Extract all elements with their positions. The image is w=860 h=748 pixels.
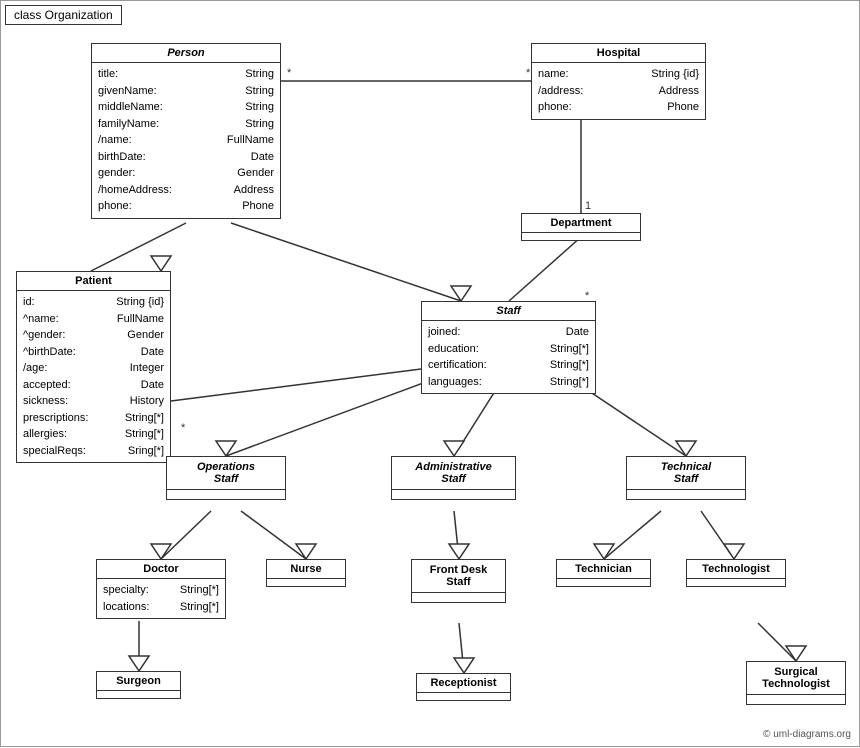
patient-attrs: id:String {id} ^name:FullName ^gender:Ge… bbox=[17, 291, 170, 462]
staff-attrs: joined:Date education:String[*] certific… bbox=[422, 321, 595, 393]
svg-text:*: * bbox=[287, 67, 292, 79]
class-nurse: Nurse bbox=[266, 559, 346, 587]
patient-title: Patient bbox=[17, 272, 170, 291]
class-front-desk: Front DeskStaff bbox=[411, 559, 506, 603]
person-title: Person bbox=[92, 44, 280, 63]
receptionist-title: Receptionist bbox=[417, 674, 510, 693]
hospital-attrs: name:String {id} /address:Address phone:… bbox=[532, 63, 705, 119]
doctor-title: Doctor bbox=[97, 560, 225, 579]
copyright-text: © uml-diagrams.org bbox=[763, 729, 851, 740]
surgeon-title: Surgeon bbox=[97, 672, 180, 691]
class-staff: Staff joined:Date education:String[*] ce… bbox=[421, 301, 596, 394]
staff-title: Staff bbox=[422, 302, 595, 321]
front-desk-title: Front DeskStaff bbox=[412, 560, 505, 593]
technologist-title: Technologist bbox=[687, 560, 785, 579]
class-technician: Technician bbox=[556, 559, 651, 587]
surgical-technologist-title: SurgicalTechnologist bbox=[747, 662, 845, 695]
class-surgeon: Surgeon bbox=[96, 671, 181, 699]
class-surgical-technologist: SurgicalTechnologist bbox=[746, 661, 846, 705]
technical-staff-title: TechnicalStaff bbox=[627, 457, 745, 490]
class-receptionist: Receptionist bbox=[416, 673, 511, 701]
nurse-title: Nurse bbox=[267, 560, 345, 579]
svg-text:*: * bbox=[181, 422, 186, 434]
class-hospital: Hospital name:String {id} /address:Addre… bbox=[531, 43, 706, 120]
diagram-container: * * 1 * 1 * * * class Organization Perso… bbox=[0, 0, 860, 747]
diagram-label: class Organization bbox=[5, 5, 122, 25]
class-technical-staff: TechnicalStaff bbox=[626, 456, 746, 500]
operations-staff-title: OperationsStaff bbox=[167, 457, 285, 490]
person-attrs: title:String givenName:String middleName… bbox=[92, 63, 280, 218]
class-admin-staff: AdministrativeStaff bbox=[391, 456, 516, 500]
class-technologist: Technologist bbox=[686, 559, 786, 587]
class-doctor: Doctor specialty:String[*] locations:Str… bbox=[96, 559, 226, 619]
svg-text:1: 1 bbox=[585, 200, 591, 212]
class-person: Person title:String givenName:String mid… bbox=[91, 43, 281, 219]
class-operations-staff: OperationsStaff bbox=[166, 456, 286, 500]
hospital-title: Hospital bbox=[532, 44, 705, 63]
class-department: Department bbox=[521, 213, 641, 241]
department-title: Department bbox=[522, 214, 640, 233]
admin-staff-title: AdministrativeStaff bbox=[392, 457, 515, 490]
class-patient: Patient id:String {id} ^name:FullName ^g… bbox=[16, 271, 171, 463]
technician-title: Technician bbox=[557, 560, 650, 579]
doctor-attrs: specialty:String[*] locations:String[*] bbox=[97, 579, 225, 618]
